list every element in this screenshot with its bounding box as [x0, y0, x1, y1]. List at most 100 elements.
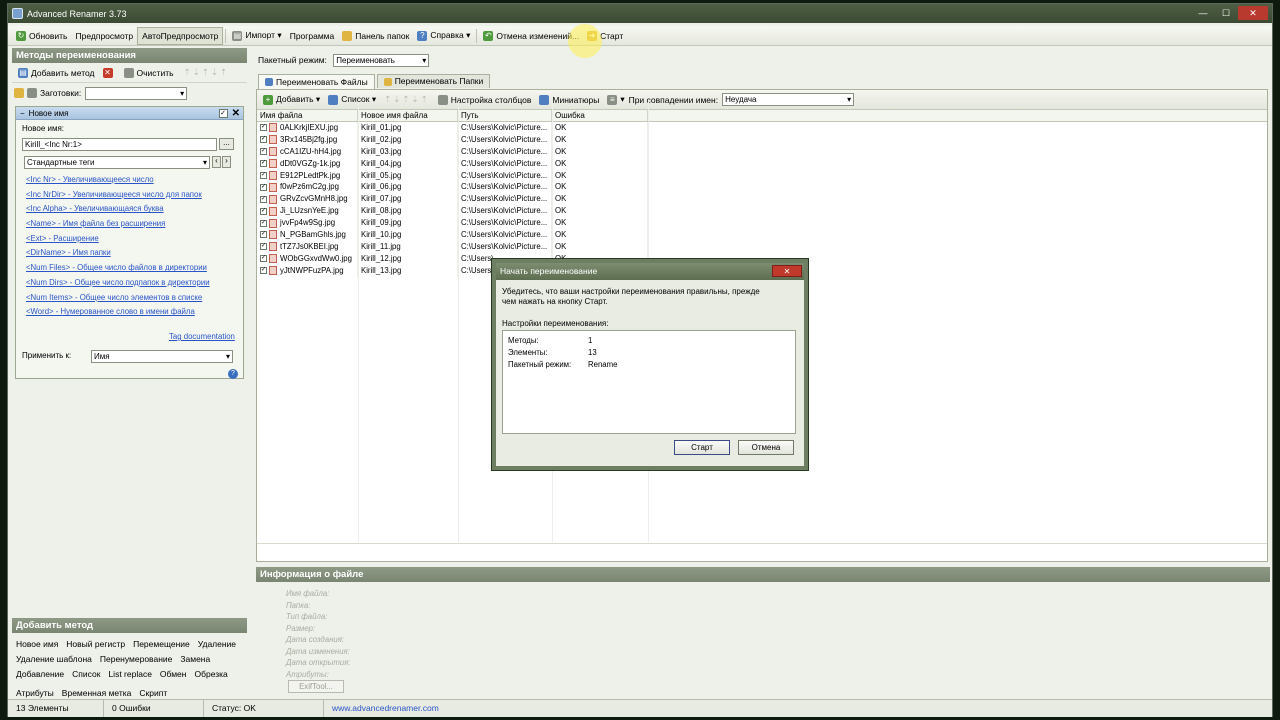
folder-panel-button[interactable]: Панель папок [338, 27, 413, 45]
row-checkbox[interactable]: ✓ [260, 255, 267, 263]
method-link[interactable]: Обрезка [194, 667, 227, 682]
tag-link[interactable]: <Num Files> - Общее число файлов в дирек… [26, 261, 226, 276]
tags-prev-icon[interactable]: ‹ [212, 156, 221, 168]
tab-rename-files[interactable]: Переименовать Файлы [258, 74, 375, 89]
row-checkbox[interactable]: ✓ [260, 160, 267, 168]
list-button[interactable]: Список ▾ [324, 91, 380, 109]
method-link[interactable]: Новый регистр [66, 637, 125, 652]
row-checkbox[interactable]: ✓ [260, 148, 267, 156]
columns-icon [437, 94, 448, 105]
column-header[interactable]: Имя файла [257, 110, 358, 121]
maximize-button[interactable]: ☐ [1215, 6, 1237, 20]
tag-link[interactable]: <Num Dirs> - Общее число подпапок в дире… [26, 276, 226, 291]
new-name-input[interactable]: Kirill_<Inc Nr:1> [22, 138, 217, 151]
thumbnails-button[interactable]: Миниатюры [535, 91, 603, 109]
tags-next-icon[interactable]: › [222, 156, 231, 168]
dialog-start-button[interactable]: Старт [674, 440, 730, 455]
table-row[interactable]: ✓ GRvZcvGMnH8.jpg Kirill_07.jpg C:\Users\Ko… [257, 193, 1267, 206]
batch-mode-select[interactable]: Переименовать [333, 54, 430, 67]
table-row[interactable]: ✓ jvvFp4w9Sg.jpg Kirill_09.jpg C:\Users\Kol… [257, 217, 1267, 230]
table-cell: OK [552, 157, 648, 170]
refresh-button[interactable]: ↻ Обновить [12, 27, 72, 45]
tag-link[interactable]: <Inc Nr> - Увеличивающееся число [26, 173, 226, 188]
row-checkbox[interactable]: ✓ [260, 219, 267, 227]
exiftool-button[interactable]: ExifTool... [288, 680, 344, 693]
column-header[interactable]: Ошибка [552, 110, 648, 121]
delete-method-button[interactable]: ✕ [99, 64, 120, 82]
table-row[interactable]: ✓ Ji_LUzsnYeE.jpg Kirill_08.jpg C:\Users\Ko… [257, 205, 1267, 218]
row-checkbox[interactable]: ✓ [260, 231, 267, 239]
view-mode-button[interactable]: ≡ ▾ [603, 91, 628, 109]
presets-select[interactable] [85, 86, 188, 100]
help-button[interactable]: ? Справка ▾ [413, 27, 474, 45]
tag-documentation-link[interactable]: Tag documentation [169, 332, 235, 341]
tag-link[interactable]: <Ext> - Расширение [26, 232, 226, 247]
apply-to-label: Применить к: [22, 351, 72, 360]
program-button[interactable]: Программа [286, 27, 339, 45]
columns-button[interactable]: Настройка столбцов [434, 91, 536, 109]
row-checkbox[interactable]: ✓ [260, 183, 267, 191]
tag-link[interactable]: <DirName> - Имя папки [26, 246, 226, 261]
row-checkbox[interactable]: ✓ [260, 207, 267, 215]
row-checkbox[interactable]: ✓ [260, 124, 267, 132]
row-checkbox[interactable]: ✓ [260, 243, 267, 251]
method-link[interactable]: Замена [180, 652, 210, 667]
open-preset-icon[interactable] [14, 88, 24, 98]
tags-select[interactable]: Стандартные теги [24, 156, 210, 169]
tag-picker-button[interactable]: ... [219, 138, 234, 150]
collapse-icon[interactable]: − [20, 107, 25, 120]
method-link[interactable]: Список [72, 667, 100, 682]
add-method-button[interactable]: ▤ Добавить метод [14, 64, 99, 82]
table-cell: OK [552, 181, 648, 194]
table-row[interactable]: ✓ cCA1IZU-hH4.jpg Kirill_03.jpg C:\Users\Ko… [257, 145, 1267, 158]
method-link[interactable]: Перемещение [133, 637, 190, 652]
import-button[interactable]: ▤ Импорт ▾ [228, 27, 285, 45]
apply-to-select[interactable]: Имя [91, 350, 233, 363]
autopreview-button[interactable]: АвтоПредпросмотр [137, 26, 224, 45]
row-checkbox[interactable]: ✓ [260, 267, 267, 275]
tag-link[interactable]: <Inc Alpha> - Увеличивающаяся буква [26, 202, 226, 217]
table-row[interactable]: ✓ f0wPz6mC2g.jpg Kirill_06.jpg C:\Users\Kol… [257, 181, 1267, 194]
method-header[interactable]: − Новое имя ✓ ✕ [16, 107, 243, 120]
table-cell: ✓ f0wPz6mC2g.jpg [257, 181, 358, 194]
minimize-button[interactable]: — [1192, 6, 1214, 20]
row-checkbox[interactable]: ✓ [260, 172, 267, 179]
tag-link[interactable]: <Name> - Имя файла без расширения [26, 217, 226, 232]
collision-select[interactable]: Неудача [722, 93, 855, 106]
table-row[interactable]: ✓ E912PLedtPk.jpg Kirill_05.jpg C:\Users\Ko… [257, 169, 1267, 182]
remove-method-icon[interactable]: ✕ [232, 107, 240, 120]
table-row[interactable]: ✓ N_PGBamGhls.jpg Kirill_10.jpg C:\Users\Ko… [257, 229, 1267, 241]
clear-button[interactable]: Очистить [120, 64, 178, 82]
preview-button[interactable]: Предпросмотр [72, 27, 138, 45]
dialog-cancel-button[interactable]: Отмена [738, 440, 794, 455]
method-link[interactable]: Обмен [160, 667, 187, 682]
dialog-message: Убедитесь, что ваши настройки переименов… [502, 287, 760, 306]
add-files-button[interactable]: + Добавить ▾ [259, 91, 324, 109]
help-icon[interactable]: ? [228, 369, 238, 379]
table-row[interactable]: ✓ 3Rx145Bj2fg.jpg Kirill_02.jpg C:\Users\Ko… [257, 133, 1267, 146]
column-header[interactable]: Путь [458, 110, 552, 121]
tag-link[interactable]: <Inc NrDir> - Увеличивающееся число для … [26, 188, 226, 203]
method-link[interactable]: Новое имя [16, 637, 58, 652]
row-checkbox[interactable]: ✓ [260, 195, 267, 203]
tag-link[interactable]: <Word> - Нумерованное слово в имени файл… [26, 305, 226, 320]
table-row[interactable]: ✓ 0ALKrkjIEXU.jpg Kirill_01.jpg C:\Users\Ko… [257, 122, 1267, 134]
table-row[interactable]: ✓ tTZ7Js0KBEI.jpg Kirill_11.jpg C:\Users\Ko… [257, 240, 1267, 253]
dialog-close-button[interactable]: ✕ [772, 265, 802, 277]
tag-link[interactable]: <Num Items> - Общее число элементов в сп… [26, 291, 226, 306]
website-link[interactable]: www.advancedrenamer.com [332, 703, 439, 713]
method-link[interactable]: Добавление [16, 667, 64, 682]
row-checkbox[interactable]: ✓ [260, 136, 267, 144]
column-header[interactable]: Новое имя файла [358, 110, 458, 121]
table-cell: OK [552, 229, 648, 241]
save-preset-icon[interactable] [27, 88, 37, 98]
method-link[interactable]: List replace [108, 667, 151, 682]
method-link[interactable]: Удаление шаблона [16, 652, 92, 667]
method-enabled-checkbox[interactable]: ✓ [218, 108, 228, 118]
add-icon: + [263, 94, 273, 105]
close-window-button[interactable]: ✕ [1238, 6, 1268, 20]
tab-rename-folders[interactable]: Переименовать Папки [376, 74, 491, 88]
table-row[interactable]: ✓ dDt0VGZg-1k.jpg Kirill_04.jpg C:\Users\Ko… [257, 157, 1267, 170]
method-link[interactable]: Удаление [198, 637, 236, 652]
method-link[interactable]: Перенумерование [100, 652, 172, 667]
